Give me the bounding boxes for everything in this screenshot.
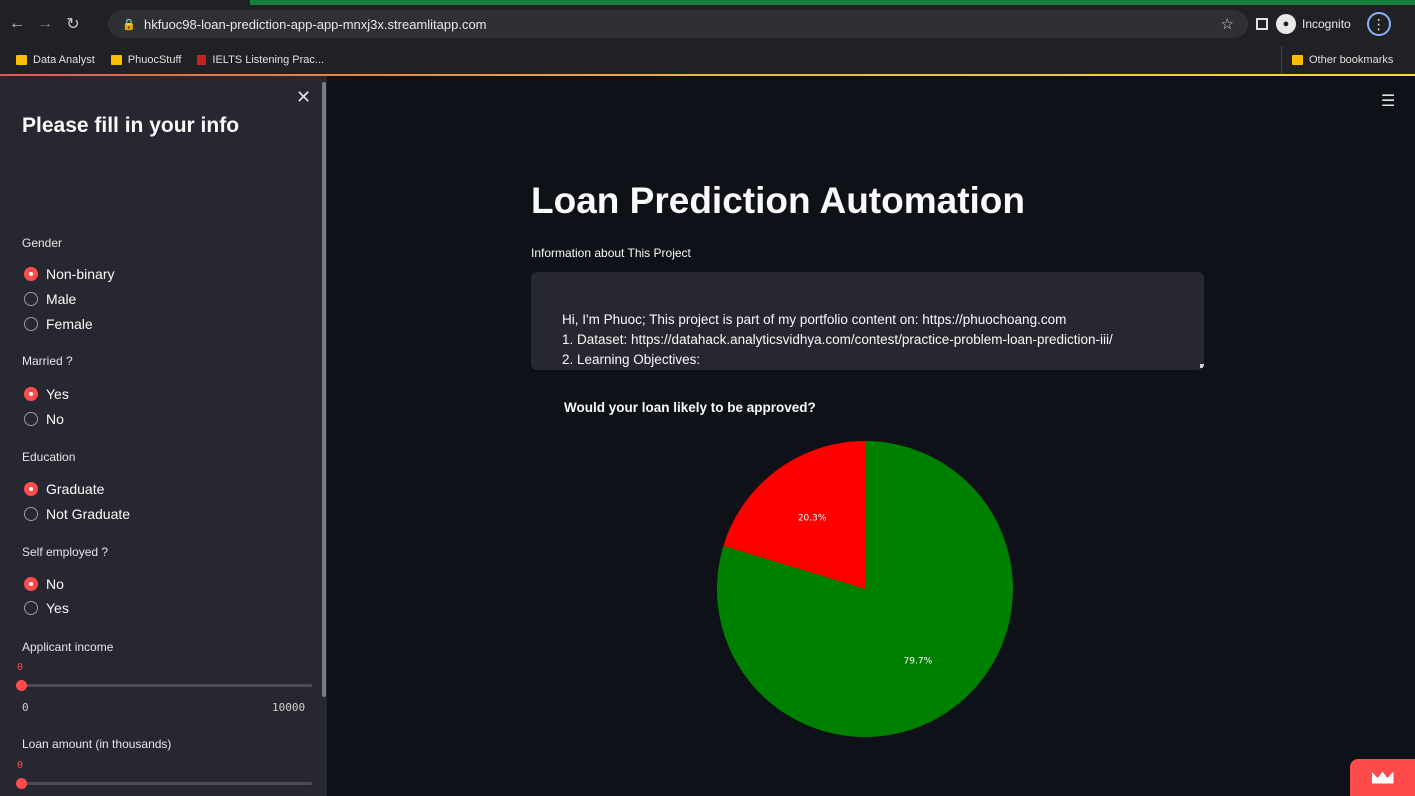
toolbar-right: ● Incognito ⋮ — [1256, 11, 1391, 37]
chart-title: Would your loan likely to be approved? — [564, 400, 816, 415]
info-textarea-label: Information about This Project — [531, 246, 691, 260]
radio-selected-icon — [24, 482, 38, 496]
self-employed-label: Self employed ? — [22, 545, 109, 559]
other-bookmarks-label: Other bookmarks — [1309, 54, 1394, 66]
hamburger-menu-icon[interactable]: ☰ — [1381, 91, 1395, 111]
married-label: Married ? — [22, 354, 73, 368]
applicant-income-slider-track[interactable] — [21, 684, 312, 687]
info-line: 2. Learning Objectives: — [562, 352, 701, 367]
applicant-income-label: Applicant income — [22, 640, 114, 654]
gender-label: Gender — [22, 236, 63, 250]
resize-handle-icon[interactable] — [1200, 364, 1204, 368]
loan-amount-slider-track[interactable] — [21, 782, 312, 785]
radio-label: Graduate — [46, 481, 105, 497]
scrollbar-thumb[interactable] — [322, 82, 326, 697]
radio-label: Male — [46, 291, 77, 307]
url-text: hkfuoc98-loan-prediction-app-app-mnxj3x.… — [144, 16, 487, 32]
bookmark-label: Data Analyst — [33, 54, 95, 66]
folder-icon — [110, 55, 122, 65]
pie-slice-label-0: 20.3% — [798, 514, 827, 524]
other-bookmarks[interactable]: Other bookmarks — [1281, 46, 1393, 74]
address-row: ← → ↻ 🔒 hkfuoc98-loan-prediction-app-app… — [0, 7, 1415, 41]
bookmark-ielts[interactable]: IELTS Listening Prac... — [197, 54, 324, 66]
loan-amount-value: 0 — [17, 760, 24, 771]
radio-empty-icon — [24, 412, 38, 426]
folder-icon — [16, 55, 27, 65]
radio-label: Yes — [46, 600, 69, 616]
kebab-menu-icon[interactable]: ⋮ — [1366, 12, 1391, 36]
pie-chart-container: 20.3% 79.7% — [716, 440, 1016, 740]
education-label: Education — [22, 450, 76, 464]
incognito-icon: ● — [1276, 14, 1296, 34]
radio-label: No — [46, 576, 64, 592]
tab-indicator — [250, 0, 1415, 5]
bookmark-label: PhuocStuff — [127, 54, 182, 66]
applicant-income-min: 0 — [22, 701, 29, 714]
education-option-not-graduate[interactable]: Not Graduate — [24, 506, 130, 522]
gender-option-male[interactable]: Male — [24, 291, 76, 307]
folder-icon — [1292, 55, 1303, 65]
radio-label: Not Graduate — [46, 506, 131, 522]
radio-empty-icon — [24, 601, 38, 615]
sidebar-title: Please fill in your info — [22, 114, 240, 137]
radio-label: Non-binary — [46, 266, 115, 282]
radio-selected-icon — [24, 267, 38, 281]
radio-empty-icon — [24, 317, 38, 331]
radio-label: Female — [46, 316, 93, 332]
radio-empty-icon — [24, 507, 38, 521]
married-option-no[interactable]: No — [24, 411, 64, 427]
radio-selected-icon — [24, 577, 38, 591]
gender-option-non-binary[interactable]: Non-binary — [24, 266, 114, 282]
self-employed-option-yes[interactable]: Yes — [24, 600, 69, 616]
forward-arrow-icon[interactable]: → — [34, 15, 56, 33]
incognito-label: Incognito — [1302, 17, 1351, 31]
incognito-badge[interactable]: ● Incognito — [1276, 14, 1351, 34]
address-bar[interactable]: 🔒 hkfuoc98-loan-prediction-app-app-mnxj3… — [108, 10, 1248, 38]
reload-icon[interactable]: ↻ — [62, 14, 84, 34]
radio-label: Yes — [46, 386, 69, 402]
loan-amount-slider-thumb[interactable] — [16, 778, 27, 789]
married-option-yes[interactable]: Yes — [24, 386, 69, 402]
loan-amount-label: Loan amount (in thousands) — [22, 737, 172, 751]
bookmark-phuocstuff[interactable]: PhuocStuff — [110, 54, 182, 66]
self-employed-option-no[interactable]: No — [24, 576, 64, 592]
star-icon[interactable]: ☆ — [1221, 15, 1234, 33]
pie-chart: 20.3% 79.7% — [717, 441, 1013, 737]
education-option-graduate[interactable]: Graduate — [24, 481, 104, 497]
lock-icon: 🔒 — [122, 19, 136, 31]
info-textarea[interactable]: Hi, I'm Phuoc; This project is part of m… — [531, 272, 1204, 370]
bookmark-data-analyst[interactable]: Data Analyst — [16, 54, 95, 66]
sidebar: ✕ — [0, 76, 321, 796]
pie-slice-label-1: 79.7% — [904, 656, 933, 666]
applicant-income-value: 0 — [17, 662, 24, 673]
applicant-income-max: 10000 — [272, 701, 306, 714]
streamlit-badge-button[interactable] — [1350, 759, 1415, 796]
info-line: 1. Dataset: https://datahack.analyticsvi… — [562, 332, 1113, 347]
info-line: Hi, I'm Phuoc; This project is part of m… — [562, 312, 1067, 327]
gender-option-female[interactable]: Female — [24, 316, 93, 332]
page-title: Loan Prediction Automation — [531, 180, 1026, 221]
browser-toolbar: ← → ↻ 🔒 hkfuoc98-loan-prediction-app-app… — [0, 0, 1415, 46]
bookmark-label: IELTS Listening Prac... — [212, 54, 325, 66]
radio-label: No — [46, 411, 64, 427]
ielts-icon — [197, 55, 207, 65]
radio-empty-icon — [24, 292, 38, 306]
main-content: ☰ Loan Prediction Automation Information… — [327, 76, 1415, 796]
radio-selected-icon — [24, 387, 38, 401]
close-sidebar-icon[interactable]: ✕ — [296, 87, 311, 108]
back-arrow-icon[interactable]: ← — [6, 15, 28, 33]
bookmarks-bar: Data Analyst PhuocStuff IELTS Listening … — [0, 46, 1415, 74]
side-panel-icon[interactable] — [1256, 18, 1268, 30]
crown-icon — [1371, 771, 1394, 784]
applicant-income-slider-thumb[interactable] — [16, 680, 27, 691]
